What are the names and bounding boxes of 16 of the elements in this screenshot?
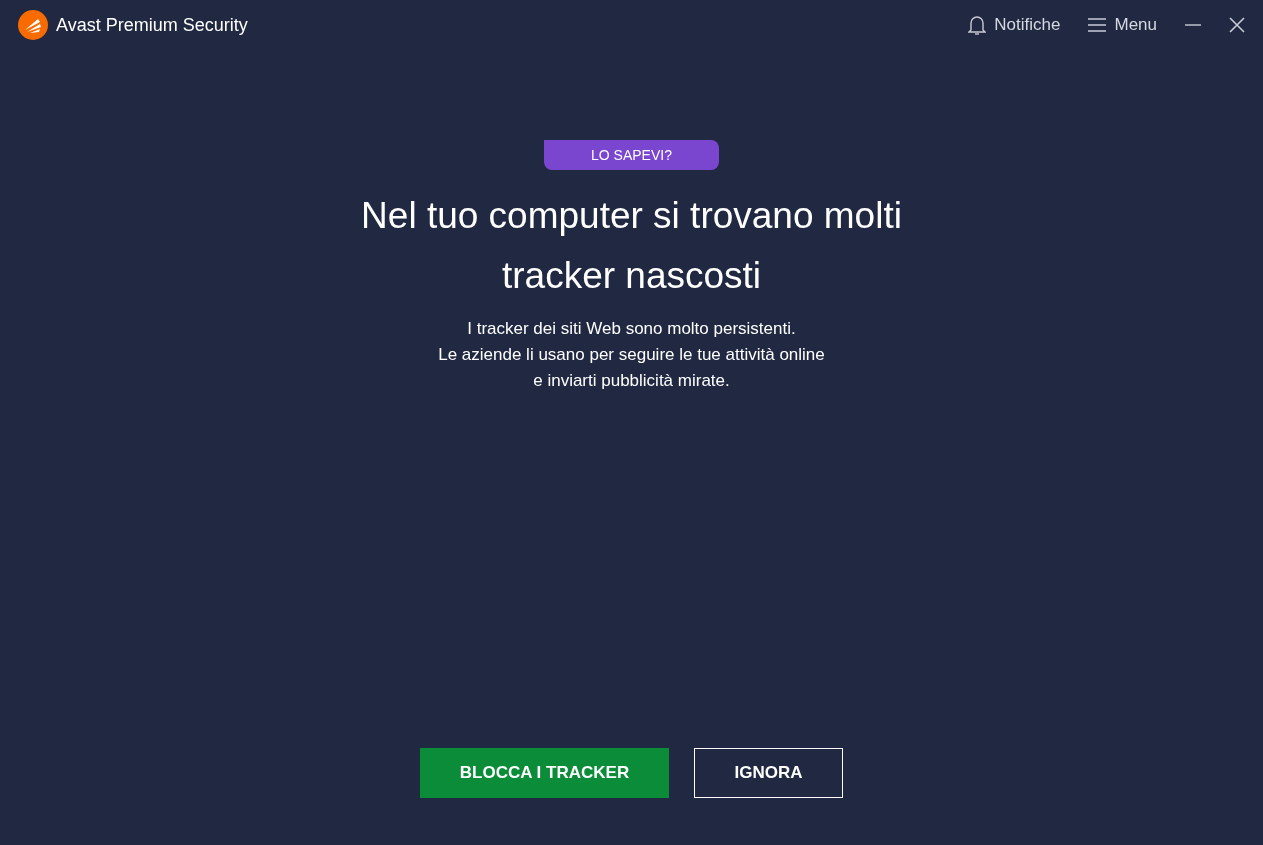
description-line: e inviarti pubblicità mirate. <box>532 370 731 392</box>
notifications-button[interactable]: Notifiche <box>968 14 1061 36</box>
close-button[interactable] <box>1229 17 1245 33</box>
menu-icon <box>1088 17 1107 33</box>
block-trackers-button[interactable]: BLOCCA I TRACKER <box>420 748 669 798</box>
menu-button[interactable]: Menu <box>1088 14 1157 36</box>
description-line: Le aziende li usano per seguire le tue attività online <box>438 344 825 366</box>
minimize-icon <box>1185 24 1201 26</box>
description-line: I tracker dei siti Web sono molto persistenti. <box>466 318 797 340</box>
ignore-button[interactable]: IGNORA <box>694 748 843 798</box>
logo-icon <box>18 10 48 40</box>
tip-badge: LO SAPEVI? <box>544 140 719 170</box>
window-title: Avast Premium Security <box>56 14 249 36</box>
close-icon <box>1229 17 1245 33</box>
heading: Nel tuo computer si trovano molti tracker nascosti <box>360 194 903 298</box>
bell-icon <box>968 14 987 36</box>
